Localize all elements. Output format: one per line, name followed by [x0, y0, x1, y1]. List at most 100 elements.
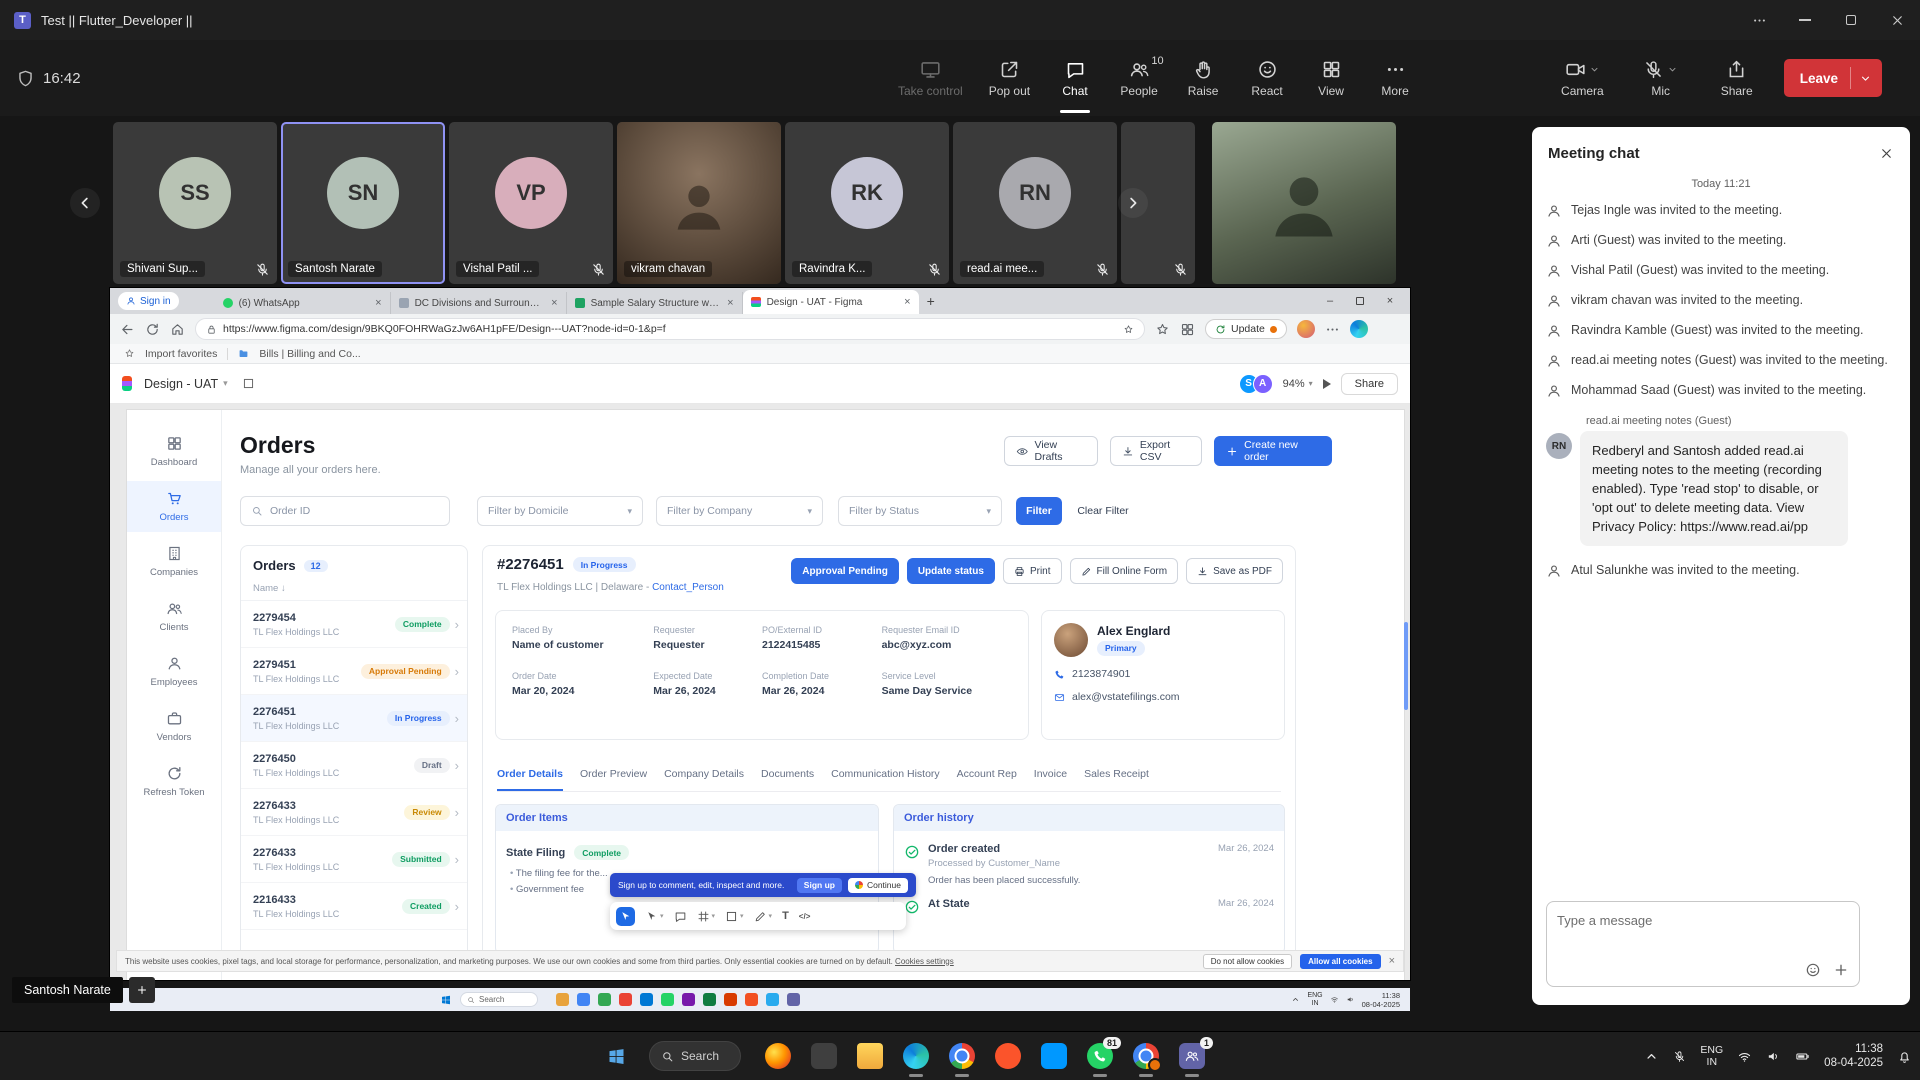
sidebar-item-employees[interactable]: Employees [127, 646, 221, 697]
filter-domicile-select[interactable]: Filter by Domicile▾ [477, 496, 643, 526]
order-row[interactable]: 2279454TL Flex Holdings LLC Complete › [241, 601, 467, 648]
tray-mic-icon[interactable] [1673, 1050, 1686, 1063]
favorites-icon[interactable] [1155, 322, 1170, 337]
app-icon[interactable] [619, 993, 632, 1006]
scroll-left-button[interactable] [70, 188, 100, 218]
tray-chevron-up-icon[interactable] [1644, 1049, 1659, 1064]
google-continue-button[interactable]: Continue [848, 878, 908, 893]
order-row[interactable]: 2276433TL Flex Holdings LLC Submitted › [241, 836, 467, 883]
pop-out-button[interactable]: Pop out [979, 40, 1040, 116]
extensions-icon[interactable] [1180, 322, 1195, 337]
bookmark-folder-link[interactable]: Bills | Billing and Co... [259, 348, 360, 360]
close-button[interactable] [1874, 0, 1920, 40]
mic-chevron-icon[interactable] [1667, 64, 1678, 75]
start-icon[interactable] [440, 994, 452, 1006]
app-icon[interactable] [724, 993, 737, 1006]
browser-profile-avatar[interactable] [1297, 320, 1315, 338]
sidebar-item-clients[interactable]: Clients [127, 591, 221, 642]
order-row[interactable]: 2216433TL Flex Holdings LLC Created › [241, 883, 467, 930]
pin-presenter-button[interactable] [129, 977, 155, 1003]
camera-button[interactable]: Camera [1551, 40, 1614, 116]
detail-tab[interactable]: Documents [761, 768, 814, 791]
participant-tile-shivani[interactable]: SS Shivani Sup... [113, 122, 277, 284]
view-button[interactable]: View [1302, 40, 1360, 116]
tab-close-icon[interactable]: × [375, 297, 381, 309]
address-bar[interactable]: https://www.figma.com/design/9BKQ0FOHRWa… [195, 318, 1145, 340]
tab-salary-sheet[interactable]: Sample Salary Structure with cal... × [567, 292, 743, 314]
tab-dc-divisions[interactable]: DC Divisions and Surroundings × [391, 292, 567, 314]
participant-tile-vishal[interactable]: VP Vishal Patil ... [449, 122, 613, 284]
volume-icon[interactable] [1766, 1049, 1781, 1064]
detail-tab[interactable]: Order Preview [580, 768, 647, 791]
app-icon[interactable] [661, 993, 674, 1006]
more-button[interactable]: More [1366, 40, 1424, 116]
order-row[interactable]: 2276451TL Flex Holdings LLC In Progress … [241, 695, 467, 742]
app-icon[interactable] [703, 993, 716, 1006]
detail-tab[interactable]: Order Details [497, 768, 563, 791]
app-icon[interactable] [577, 993, 590, 1006]
figma-scrollbar[interactable] [1404, 622, 1408, 710]
figma-logo-icon[interactable] [122, 376, 132, 391]
window-menu-icon[interactable] [1736, 0, 1782, 40]
app-icon[interactable] [766, 993, 779, 1006]
wifi-icon[interactable] [1737, 1049, 1752, 1064]
back-icon[interactable] [120, 322, 135, 337]
present-icon[interactable] [1323, 379, 1331, 389]
language-indicator[interactable]: ENGIN [1700, 1044, 1723, 1068]
deny-cookies-button[interactable]: Do not allow cookies [1203, 954, 1292, 969]
home-icon[interactable] [170, 322, 185, 337]
battery-icon[interactable] [1795, 1049, 1810, 1064]
move-tool-icon[interactable] [616, 907, 635, 926]
sidebar-item-vendors[interactable]: Vendors [127, 701, 221, 752]
minimize-button[interactable] [1782, 0, 1828, 40]
list-column-header[interactable]: Name ↓ [241, 579, 467, 601]
order-row[interactable]: 2276433TL Flex Holdings LLC Review › [241, 789, 467, 836]
sidebar-item-refresh-token[interactable]: Refresh Token [127, 756, 221, 807]
language-indicator[interactable]: ENG IN [1307, 992, 1322, 1008]
filter-status-select[interactable]: Filter by Status▾ [838, 496, 1002, 526]
participant-tile-ravindra[interactable]: RK Ravindra K... [785, 122, 949, 284]
save-as-pdf-button[interactable]: Save as PDF [1186, 558, 1283, 584]
zoom-select[interactable]: 94%▾ [1283, 378, 1313, 390]
participant-tile-spotlight[interactable] [1212, 122, 1396, 284]
detail-tab[interactable]: Account Rep [957, 768, 1017, 791]
maximize-button[interactable] [1828, 0, 1874, 40]
taskbar-search[interactable]: Search [649, 1041, 741, 1071]
notifications-bell-icon[interactable] [1897, 1049, 1912, 1064]
fill-online-form-button[interactable]: Fill Online Form [1070, 558, 1179, 584]
tab-close-icon[interactable]: × [904, 296, 910, 308]
app-icon[interactable] [745, 993, 758, 1006]
import-favorites-link[interactable]: Import favorites [145, 348, 217, 360]
react-button[interactable]: React [1238, 40, 1296, 116]
figma-doc-title[interactable]: Design - UAT▾ [144, 377, 228, 391]
start-button[interactable] [606, 1046, 627, 1067]
browser-close-button[interactable]: × [1376, 290, 1404, 312]
app-icon[interactable] [682, 993, 695, 1006]
attach-plus-icon[interactable] [1833, 962, 1849, 978]
browser-minimize-button[interactable]: – [1316, 290, 1344, 312]
favorite-star-icon[interactable] [1123, 324, 1134, 335]
emoji-icon[interactable] [1805, 962, 1821, 978]
leave-button[interactable]: Leave [1784, 59, 1882, 97]
filter-company-select[interactable]: Filter by Company▾ [656, 496, 823, 526]
cookie-settings-link[interactable]: Cookies settings [895, 957, 954, 966]
shared-screen-browser[interactable]: Sign in (6) WhatsApp × DC Divisions and … [110, 288, 1410, 980]
people-button[interactable]: 10People [1110, 40, 1168, 116]
browser-update-button[interactable]: Update [1205, 319, 1287, 339]
print-button[interactable]: Print [1003, 558, 1062, 584]
order-row[interactable]: 2279451TL Flex Holdings LLC Approval Pen… [241, 648, 467, 695]
chat-close-icon[interactable] [1879, 146, 1894, 161]
browser-maximize-button[interactable] [1346, 290, 1374, 312]
figma-canvas[interactable]: Dashboard Orders Companies Clien [110, 404, 1410, 980]
comment-tool-icon[interactable] [674, 910, 687, 923]
participant-tile-vikram[interactable]: vikram chavan [617, 122, 781, 284]
filter-apply-button[interactable]: Filter [1016, 497, 1062, 525]
allow-cookies-button[interactable]: Allow all cookies [1300, 954, 1380, 969]
tab-whatsapp[interactable]: (6) WhatsApp × [215, 292, 391, 314]
sidebar-item-dashboard[interactable]: Dashboard [127, 426, 221, 477]
mic-button[interactable]: Mic [1632, 40, 1690, 116]
chevron-up-icon[interactable] [1291, 995, 1300, 1004]
dev-mode-icon[interactable]: </> [799, 912, 811, 921]
detail-tab[interactable]: Sales Receipt [1084, 768, 1149, 791]
app-icon[interactable] [787, 993, 800, 1006]
